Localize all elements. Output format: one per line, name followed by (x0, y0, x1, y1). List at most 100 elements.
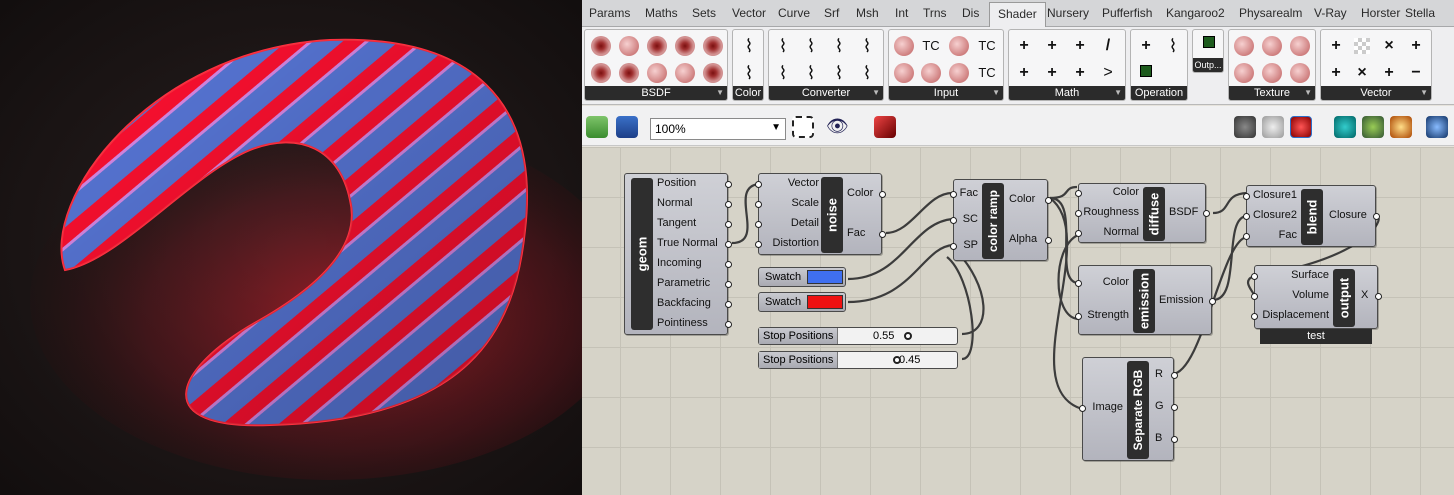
cross-icon[interactable]: × (1352, 63, 1372, 83)
port-color[interactable]: Color (847, 187, 873, 199)
port-connector[interactable] (1075, 230, 1082, 237)
slash-icon[interactable]: / (1098, 36, 1118, 56)
swatch-blue[interactable]: Swatch (758, 267, 846, 287)
converter-curve-icon[interactable]: ⌇ (829, 36, 849, 56)
port-sc[interactable]: SC (956, 213, 978, 225)
port-color[interactable]: Color (1081, 276, 1129, 288)
tab-params[interactable]: Params (589, 6, 630, 20)
port-detail[interactable]: Detail (761, 217, 819, 229)
plus-icon[interactable]: + (1042, 63, 1062, 83)
converter-curve-icon[interactable]: ⌇ (829, 63, 849, 83)
port-connector[interactable] (1243, 233, 1250, 240)
ramp-curve-icon[interactable]: ⌇ (739, 63, 759, 83)
plus-icon[interactable]: + (1070, 63, 1090, 83)
port-normal[interactable]: Normal (1081, 226, 1139, 238)
port-sp[interactable]: SP (956, 239, 978, 251)
plus-icon[interactable]: + (1326, 63, 1346, 83)
port-vector[interactable]: Vector (761, 177, 819, 189)
tab-trns[interactable]: Trns (923, 6, 947, 20)
bsdf-ball-icon[interactable] (647, 36, 667, 56)
port-alpha[interactable]: Alpha (1009, 233, 1037, 245)
output-node-icon[interactable] (1199, 34, 1219, 54)
tab-sets[interactable]: Sets (692, 6, 716, 20)
separate-rgb-node[interactable]: Separate RGB Image R G B (1079, 357, 1178, 461)
port-parametric[interactable]: Parametric (657, 277, 710, 289)
port-roughness[interactable]: Roughness (1081, 206, 1139, 218)
port-normal[interactable]: Normal (657, 197, 692, 209)
port-closure2[interactable]: Closure2 (1249, 209, 1297, 221)
port-strength[interactable]: Strength (1081, 309, 1129, 321)
texture-coordinate-icon[interactable]: TC (921, 36, 941, 56)
port-fac[interactable]: Fac (956, 187, 978, 199)
tab-vector[interactable]: Vector (732, 6, 766, 20)
plus-icon[interactable]: + (1014, 36, 1034, 56)
port-connector[interactable] (755, 221, 762, 228)
output-node[interactable]: output Surface Volume Displacement X (1251, 265, 1382, 329)
color-ramp-node[interactable]: color ramp Fac SC SP Color Alpha (950, 179, 1052, 261)
texture-ball-icon[interactable] (1262, 36, 1282, 56)
port-volume[interactable]: Volume (1257, 289, 1329, 301)
texture-coordinate-icon[interactable]: TC (977, 63, 997, 83)
port-bsdf[interactable]: BSDF (1169, 206, 1198, 218)
tab-pufferfish[interactable]: Pufferfish (1102, 6, 1152, 20)
port-connector[interactable] (725, 181, 732, 188)
port-connector[interactable] (1243, 193, 1250, 200)
plus-icon[interactable]: + (1379, 63, 1399, 83)
port-connector[interactable] (1171, 372, 1178, 379)
bsdf-ball-icon[interactable] (703, 36, 723, 56)
ramp-curve-icon[interactable]: ⌇ (1163, 36, 1183, 56)
port-connector[interactable] (1373, 213, 1380, 220)
port-image[interactable]: Image (1085, 401, 1123, 413)
swatch-red[interactable]: Swatch (758, 292, 846, 312)
slider-knob[interactable] (892, 356, 901, 364)
input-ball-icon[interactable] (949, 36, 969, 56)
converter-curve-icon[interactable]: ⌇ (857, 63, 877, 83)
node-canvas[interactable]: geom Position Normal Tangent True Normal Inc… (582, 147, 1454, 495)
bsdf-ball-icon[interactable] (619, 63, 639, 83)
port-connector[interactable] (950, 217, 957, 224)
plus-icon[interactable]: + (1406, 36, 1426, 56)
port-r[interactable]: R (1155, 368, 1163, 380)
port-pointiness[interactable]: Pointiness (657, 317, 708, 329)
texture-ball-icon[interactable] (1262, 63, 1282, 83)
port-b[interactable]: B (1155, 432, 1162, 444)
eye-icon[interactable]: 👁 (826, 116, 849, 138)
swatch-color[interactable] (807, 295, 843, 309)
port-color[interactable]: Color (1009, 193, 1035, 205)
plus-icon[interactable]: + (1136, 36, 1156, 56)
port-connector[interactable] (1375, 293, 1382, 300)
tab-kangaroo2[interactable]: Kangaroo2 (1166, 6, 1225, 20)
tab-dis[interactable]: Dis (962, 6, 979, 20)
converter-curve-icon[interactable]: ⌇ (773, 63, 793, 83)
port-distortion[interactable]: Distortion (761, 237, 819, 249)
swatch-color[interactable] (807, 270, 843, 284)
tab-int[interactable]: Int (895, 6, 908, 20)
converter-curve-icon[interactable]: ⌇ (801, 36, 821, 56)
tab-horster[interactable]: Horster (1361, 6, 1400, 20)
port-displacement[interactable]: Displacement (1257, 309, 1329, 321)
port-closure[interactable]: Closure (1329, 209, 1367, 221)
preview-wire-icon[interactable] (1262, 116, 1284, 138)
port-scale[interactable]: Scale (761, 197, 819, 209)
port-connector[interactable] (755, 181, 762, 188)
port-connector[interactable] (1209, 298, 1216, 305)
bsdf-ball-icon[interactable] (591, 36, 611, 56)
emission-node[interactable]: emission Color Strength Emission (1075, 265, 1216, 335)
port-connector[interactable] (755, 241, 762, 248)
port-connector[interactable] (725, 221, 732, 228)
green-display-icon[interactable] (1362, 116, 1384, 138)
bsdf-ball-icon[interactable] (647, 63, 667, 83)
input-ball-icon[interactable] (894, 36, 914, 56)
port-connector[interactable] (879, 191, 886, 198)
cross-icon[interactable]: × (1379, 36, 1399, 56)
port-true-normal[interactable]: True Normal (657, 237, 718, 249)
sketch-pen-icon[interactable] (874, 116, 896, 138)
port-color[interactable]: Color (1081, 186, 1139, 198)
port-connector[interactable] (1045, 237, 1052, 244)
texture-ball-icon[interactable] (1290, 36, 1310, 56)
port-connector[interactable] (725, 281, 732, 288)
input-ball-icon[interactable] (894, 63, 914, 83)
output-node-icon[interactable] (1136, 63, 1156, 83)
checker-icon[interactable] (1354, 38, 1370, 54)
port-connector[interactable] (1045, 197, 1052, 204)
